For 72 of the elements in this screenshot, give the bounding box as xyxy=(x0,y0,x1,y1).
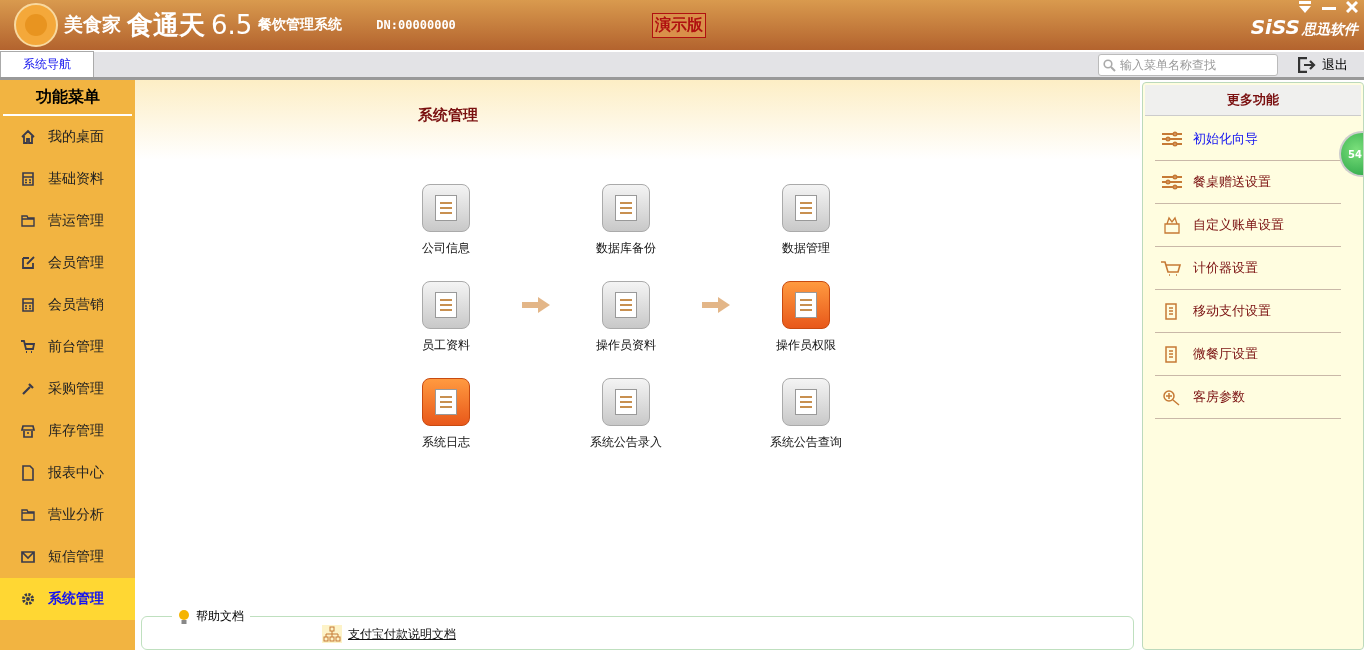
more-title: 更多功能 xyxy=(1145,85,1361,116)
menu-icon xyxy=(20,423,36,439)
menu-icon xyxy=(20,381,36,397)
sidebar-item[interactable]: 报表中心 xyxy=(0,452,135,494)
device-number: DN:00000000 xyxy=(376,18,456,32)
nav-tab[interactable]: 系统导航 xyxy=(0,51,94,77)
function-tile[interactable]: 数据库备份 xyxy=(571,184,681,257)
more-item[interactable]: 餐桌赠送设置 xyxy=(1155,161,1341,204)
menu-icon xyxy=(20,591,36,607)
close-icon[interactable] xyxy=(1346,1,1358,13)
function-tile[interactable]: 操作员权限 xyxy=(751,281,861,354)
section-title: 系统管理 xyxy=(418,105,478,125)
lightbulb-icon xyxy=(178,608,190,625)
sidebar-item[interactable]: 营业分析 xyxy=(0,494,135,536)
search-field[interactable]: 输入菜单名称查找 xyxy=(1098,53,1278,76)
function-tile[interactable]: 系统日志 xyxy=(391,378,501,451)
more-item[interactable]: 移动支付设置 xyxy=(1155,290,1341,333)
menu-icon xyxy=(20,297,36,313)
menu-icon xyxy=(20,129,36,145)
sidebar-item[interactable]: 会员管理 xyxy=(0,242,135,284)
sitemap-icon xyxy=(322,625,342,643)
sidebar-title: 功能菜单 xyxy=(3,80,132,116)
help-link[interactable]: 支付宝付款说明文档 xyxy=(348,625,456,643)
sidebar-item[interactable]: 采购管理 xyxy=(0,368,135,410)
document-icon xyxy=(422,378,470,426)
dropdown-icon[interactable] xyxy=(1298,1,1312,13)
document-icon xyxy=(422,184,470,232)
sidebar-item[interactable]: 会员营销 xyxy=(0,284,135,326)
search-icon xyxy=(1103,58,1116,72)
sidebar-item[interactable]: 短信管理 xyxy=(0,536,135,578)
sidebar-item[interactable]: 库存管理 xyxy=(0,410,135,452)
menu-icon xyxy=(20,171,36,187)
logo-icon xyxy=(14,3,58,47)
function-tile[interactable]: 系统公告查询 xyxy=(751,378,861,451)
menu-icon xyxy=(20,213,36,229)
more-item[interactable]: 微餐厅设置 xyxy=(1155,333,1341,376)
document-icon xyxy=(602,184,650,232)
more-item[interactable]: 自定义账单设置 xyxy=(1155,204,1341,247)
exit-button[interactable]: 退出 xyxy=(1298,55,1348,74)
function-tile[interactable]: 系统公告录入 xyxy=(571,378,681,451)
demo-badge: 演示版 xyxy=(651,12,706,38)
menu-icon xyxy=(20,549,36,565)
system-subtitle: 餐饮管理系统 xyxy=(258,16,343,34)
document-icon xyxy=(782,184,830,232)
document-icon xyxy=(422,281,470,329)
menu-icon xyxy=(20,255,36,271)
vendor-logo-text: SiSS xyxy=(1250,15,1300,39)
sidebar-item[interactable]: 基础资料 xyxy=(0,158,135,200)
vendor-name: 思迅软件 xyxy=(1302,21,1358,39)
exit-icon xyxy=(1298,56,1318,73)
help-title: 帮助文档 xyxy=(196,608,244,625)
document-icon xyxy=(602,378,650,426)
version-number: 6.5 xyxy=(211,10,253,40)
menu-icon xyxy=(20,507,36,523)
document-icon xyxy=(782,378,830,426)
sidebar-item[interactable]: 我的桌面 xyxy=(0,116,135,158)
document-icon xyxy=(602,281,650,329)
function-tile[interactable]: 员工资料 xyxy=(391,281,501,354)
more-item[interactable]: 客房参数 xyxy=(1155,376,1341,419)
menu-icon xyxy=(20,465,36,481)
menu-icon xyxy=(20,339,36,355)
sidebar-item[interactable]: 营运管理 xyxy=(0,200,135,242)
brand-name: 美食家 xyxy=(64,12,121,37)
function-tile[interactable]: 操作员资料 xyxy=(571,281,681,354)
more-item[interactable]: 计价器设置 xyxy=(1155,247,1341,290)
sidebar-item[interactable]: 系统管理 xyxy=(0,578,135,620)
document-icon xyxy=(782,281,830,329)
product-name: 食通天 xyxy=(127,8,205,42)
more-item[interactable]: 初始化向导 xyxy=(1155,118,1341,161)
function-tile[interactable]: 数据管理 xyxy=(751,184,861,257)
function-tile[interactable]: 公司信息 xyxy=(391,184,501,257)
sidebar-item[interactable]: 前台管理 xyxy=(0,326,135,368)
